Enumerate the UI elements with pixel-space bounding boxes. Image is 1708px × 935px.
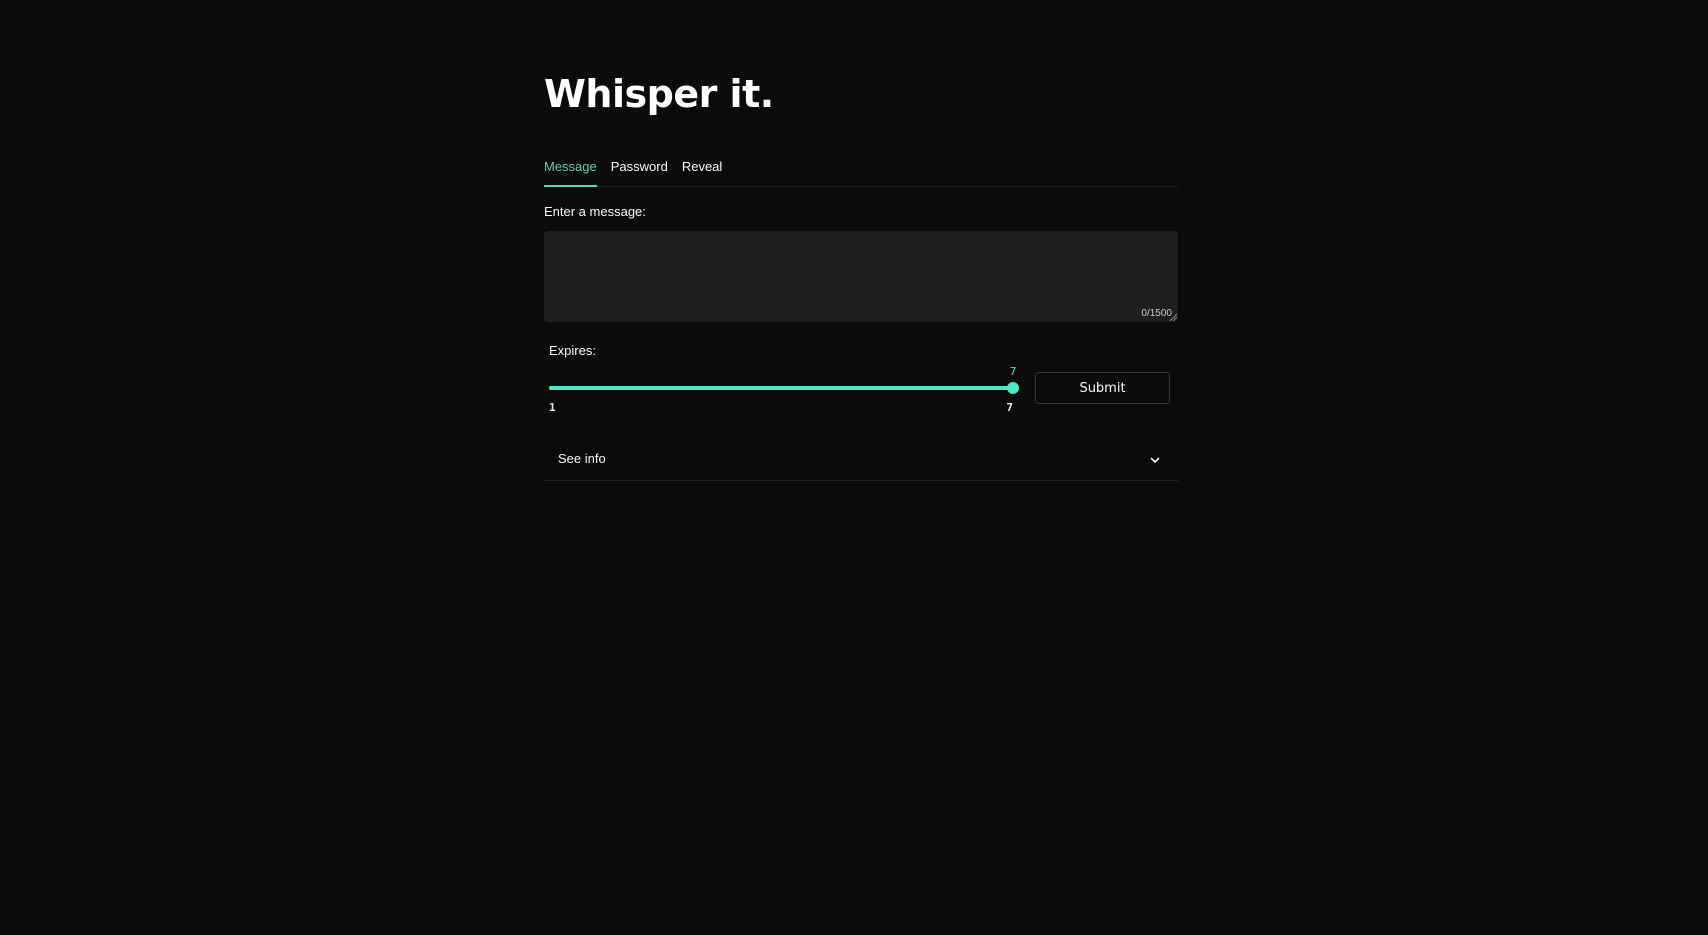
see-info-label: See info (558, 451, 606, 466)
resize-handle-icon[interactable] (1170, 314, 1177, 321)
character-counter: 0/1500 (1141, 308, 1172, 319)
slider-min-label: 1 (549, 401, 556, 414)
slider-current-value: 7 (1009, 365, 1017, 378)
page-title: Whisper it. (544, 72, 774, 116)
expires-slider[interactable]: 7 1 7 (549, 361, 1019, 417)
message-textarea[interactable] (544, 231, 1178, 322)
message-label: Enter a message: (544, 204, 646, 219)
chevron-down-icon (1150, 457, 1160, 463)
slider-thumb[interactable] (1007, 382, 1019, 394)
see-info-expander[interactable]: See info (544, 438, 1178, 481)
tab-bar: Message Password Reveal (544, 157, 1178, 187)
slider-max-label: 7 (1006, 401, 1013, 414)
tab-password[interactable]: Password (611, 157, 668, 187)
expires-label: Expires: (549, 343, 596, 358)
tab-message[interactable]: Message (544, 157, 597, 187)
slider-fill (549, 386, 1013, 390)
tab-reveal[interactable]: Reveal (682, 157, 722, 187)
message-textarea-container: 0/1500 (544, 231, 1178, 322)
submit-button[interactable]: Submit (1035, 372, 1170, 404)
slider-track[interactable] (549, 386, 1013, 390)
